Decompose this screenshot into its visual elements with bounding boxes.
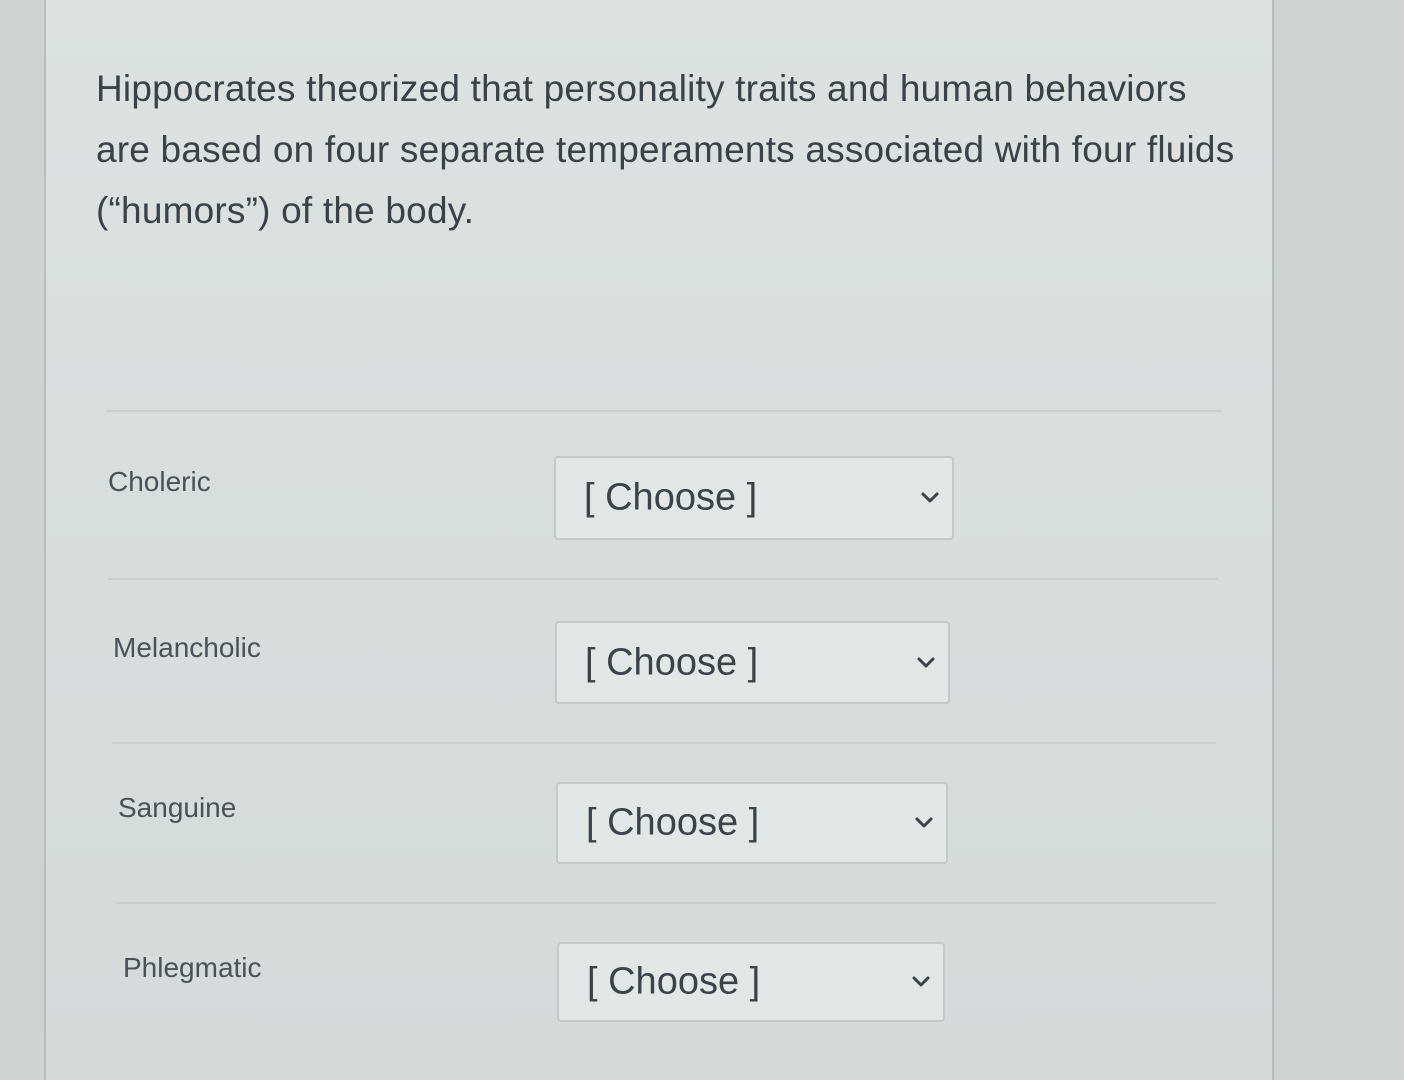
select-value: [ Choose ] [584,476,758,519]
select-value: [ Choose ] [586,801,760,844]
match-label-choleric: Choleric [108,466,211,497]
match-label-melancholic: Melancholic [113,632,261,663]
match-label-sanguine: Sanguine [118,792,237,823]
answer-select-melancholic[interactable]: [ Choose ] [555,621,950,704]
chevron-down-icon [912,976,930,987]
chevron-down-icon [917,657,935,667]
divider-row-1 [108,578,1218,580]
divider-row-3 [116,902,1216,904]
chevron-down-icon [915,817,933,828]
select-value: [ Choose ] [585,641,759,683]
chevron-down-icon [921,492,939,503]
match-label-phlegmatic: Phlegmatic [123,952,262,983]
divider-row-2 [112,742,1216,744]
question-text: Hippocrates theorized that personality t… [96,68,1235,231]
answer-select-phlegmatic[interactable]: [ Choose ] [557,942,945,1022]
select-value: [ Choose ] [587,960,761,1003]
answer-select-sanguine[interactable]: [ Choose ] [556,782,948,864]
answer-select-choleric[interactable]: [ Choose ] [554,456,954,540]
divider-top [106,410,1222,412]
